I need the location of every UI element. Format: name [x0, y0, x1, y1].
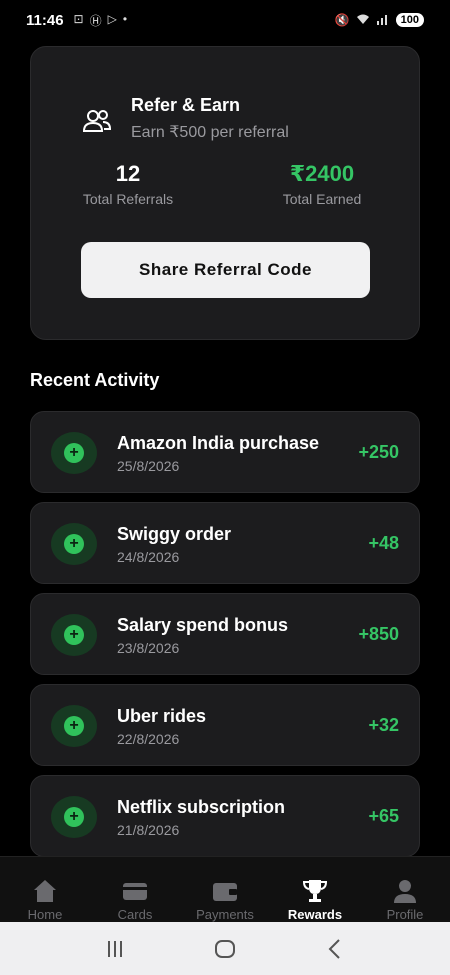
activity-amount: +850 [358, 624, 399, 644]
nav-label: Payments [196, 907, 254, 922]
card-icon [123, 883, 147, 900]
activity-date: 22/8/2026 [117, 731, 180, 747]
mute-icon: 🔇 [334, 13, 350, 27]
h-icon: Ⓗ [89, 13, 102, 28]
status-time: 11:46 [26, 11, 64, 29]
plus-icon: + [64, 625, 84, 645]
home-icon [34, 880, 56, 902]
status-icons-left: ⊡ Ⓗ ▷ • [74, 12, 128, 29]
plus-icon: + [64, 443, 84, 463]
wallet-icon [213, 883, 237, 901]
activity-date: 24/8/2026 [117, 549, 180, 565]
activity-amount: +48 [368, 533, 399, 553]
battery-indicator: 100 [395, 13, 424, 27]
referral-stats: 12 Total Referrals ₹2400 Total Earned [31, 161, 419, 207]
list-item[interactable]: + Netflix subscription 21/8/2026 +65 [30, 775, 420, 857]
referral-header: Refer & Earn Earn ₹500 per referral [81, 95, 289, 142]
users-icon [82, 110, 112, 132]
dot-icon: • [122, 11, 128, 26]
nav-label: Home [27, 907, 63, 922]
nav-label: Cards [117, 907, 153, 922]
referral-subtitle: Earn ₹500 per referral [131, 124, 289, 141]
bottom-nav: Home Cards Payments Rewards Profile [0, 856, 450, 922]
plus-icon-wrap: + [51, 796, 97, 838]
activity-title: Amazon India purchase [117, 433, 320, 453]
activity-amount: +250 [358, 442, 399, 462]
list-item[interactable]: + Salary spend bonus 23/8/2026 +850 [30, 593, 420, 675]
stat-total-earned: ₹2400 Total Earned [225, 161, 419, 207]
plus-icon-wrap: + [51, 614, 97, 656]
activity-title: Salary spend bonus [117, 615, 289, 635]
share-referral-button[interactable]: Share Referral Code [81, 242, 370, 298]
back-icon[interactable] [320, 934, 350, 964]
recent-activity-title: Recent Activity [30, 370, 160, 390]
activity-title: Swiggy order [117, 524, 232, 544]
list-item[interactable]: + Uber rides 22/8/2026 +32 [30, 684, 420, 766]
activity-list: + Amazon India purchase 25/8/2026 +250 +… [30, 411, 420, 866]
recent-apps-icon[interactable] [100, 934, 130, 964]
screen-record-icon: ⊡ [73, 11, 84, 26]
activity-date: 23/8/2026 [117, 640, 180, 656]
status-bar: 11:46 ⊡ Ⓗ ▷ • 🔇 100 [0, 0, 450, 40]
wifi-icon [356, 13, 370, 28]
referral-card: Refer & Earn Earn ₹500 per referral 12 T… [30, 46, 420, 340]
signal-icon [376, 13, 390, 28]
plus-icon: + [64, 716, 84, 736]
activity-date: 21/8/2026 [117, 822, 180, 838]
activity-amount: +32 [368, 715, 399, 735]
home-button-icon[interactable] [210, 934, 240, 964]
trophy-icon [302, 880, 328, 902]
nav-payments[interactable]: Payments [180, 857, 270, 922]
nav-home[interactable]: Home [0, 857, 90, 922]
activity-title: Netflix subscription [117, 797, 286, 817]
list-item[interactable]: + Amazon India purchase 25/8/2026 +250 [30, 411, 420, 493]
person-icon [394, 880, 416, 903]
referral-title: Refer & Earn [131, 95, 241, 115]
plus-icon: + [64, 534, 84, 554]
nav-label: Profile [386, 907, 424, 922]
total-earned-value: ₹2400 [289, 161, 355, 186]
plus-icon-wrap: + [51, 705, 97, 747]
system-nav-bar [0, 922, 450, 975]
play-icon: ▷ [107, 11, 117, 26]
plus-icon: + [64, 807, 84, 827]
activity-date: 25/8/2026 [117, 458, 180, 474]
total-earned-label: Total Earned [282, 191, 362, 207]
total-referrals-value: 12 [115, 161, 141, 186]
nav-profile[interactable]: Profile [360, 857, 450, 922]
nav-label: Rewards [287, 907, 343, 922]
plus-icon-wrap: + [51, 523, 97, 565]
nav-cards[interactable]: Cards [90, 857, 180, 922]
activity-title: Uber rides [117, 706, 207, 726]
nav-rewards[interactable]: Rewards [270, 857, 360, 922]
plus-icon-wrap: + [51, 432, 97, 474]
activity-amount: +65 [368, 806, 399, 826]
status-icons-right: 🔇 100 [335, 13, 424, 28]
total-referrals-label: Total Referrals [82, 191, 174, 207]
stat-total-referrals: 12 Total Referrals [31, 161, 225, 207]
list-item[interactable]: + Swiggy order 24/8/2026 +48 [30, 502, 420, 584]
